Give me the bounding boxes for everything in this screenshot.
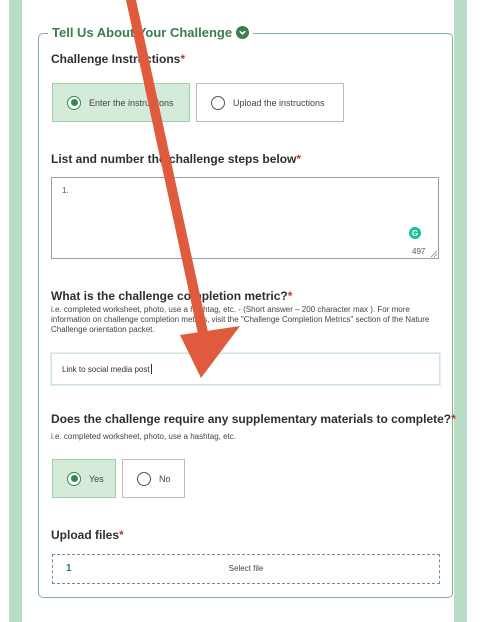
required-mark: * [296,152,302,166]
supplementary-help-text: i.e. completed worksheet, photo, use a h… [51,432,236,441]
radio-enter-instructions[interactable]: Enter the instructions [52,83,190,122]
required-mark: * [451,412,456,426]
radio-selected-icon [67,95,81,110]
instructions-label: Challenge Instructions* [51,52,186,66]
radio-label: Enter the instructions [89,97,174,108]
upload-dropzone[interactable]: 1 Select file [52,554,440,584]
required-mark: * [119,528,124,542]
steps-label: List and number the challenge steps belo… [51,152,302,166]
radio-unselected-icon [137,471,151,486]
radio-no[interactable]: No [122,459,185,498]
metric-label: What is the challenge completion metric?… [51,289,293,303]
upload-label: Upload files* [51,528,124,542]
radio-label: Upload the instructions [233,97,325,108]
section-title: Tell Us About Your Challenge [52,25,233,40]
radio-label: No [159,473,171,484]
select-file-link[interactable]: Select file [53,564,439,573]
radio-upload-instructions[interactable]: Upload the instructions [196,83,344,122]
text-caret [150,364,152,374]
metric-help-text: i.e. completed worksheet, photo, use a h… [51,305,430,334]
chevron-down-icon[interactable] [236,26,250,39]
radio-label: Yes [89,473,104,484]
right-background-bar [454,0,467,622]
radio-yes[interactable]: Yes [52,459,116,498]
metric-input-value: Link to social media post [62,364,150,374]
metric-input[interactable]: Link to social media post [51,353,440,385]
resize-handle-icon[interactable] [430,250,438,258]
section-legend[interactable]: Tell Us About Your Challenge [48,25,254,40]
left-background-bar [9,0,22,622]
required-mark: * [180,52,186,66]
supplementary-label: Does the challenge require any supplemen… [51,412,456,426]
char-counter: 497 [412,247,426,256]
steps-textarea-value: 1. [62,186,69,195]
radio-selected-icon [67,471,81,486]
steps-textarea[interactable]: 1. [51,177,439,259]
grammarly-icon[interactable]: G [409,227,421,239]
required-mark: * [287,289,293,303]
radio-unselected-icon [211,95,225,110]
